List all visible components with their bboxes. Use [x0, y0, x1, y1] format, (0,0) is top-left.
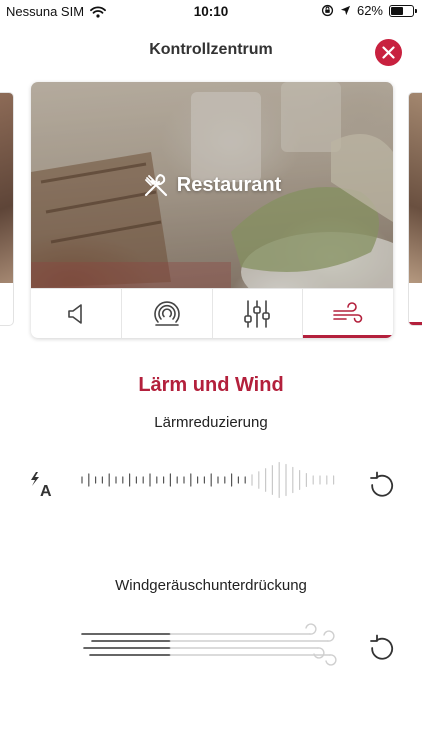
program-tabs	[31, 288, 393, 338]
status-bar: Nessuna SIM 10:10 62%	[0, 0, 422, 24]
auto-adjust-icon[interactable]: A	[28, 470, 56, 500]
orientation-lock-icon	[321, 4, 334, 17]
next-program-card[interactable]	[408, 92, 422, 326]
program-label: Restaurant	[31, 172, 393, 198]
battery-fill	[391, 6, 404, 15]
wind-slider-curl	[305, 623, 317, 635]
program-image: Restaurant	[31, 82, 393, 288]
wind-icon	[333, 301, 363, 323]
reset-icon	[370, 634, 393, 660]
section-title: Lärm und Wind	[138, 374, 284, 396]
wind-noise-slider[interactable]	[80, 620, 340, 670]
wind-reset-button[interactable]	[368, 634, 396, 662]
close-icon	[382, 46, 395, 59]
noise-reset-button[interactable]	[368, 471, 396, 499]
noise-reduction-label: Lärmreduzierung	[154, 414, 268, 431]
tab-volume[interactable]	[31, 289, 122, 338]
battery-percent: 62%	[356, 3, 383, 18]
close-button[interactable]	[375, 39, 402, 66]
fork-knife-icon	[144, 173, 167, 197]
svg-text:A: A	[40, 483, 52, 500]
tab-wind[interactable]	[303, 289, 393, 338]
reset-icon	[370, 471, 393, 497]
wind-noise-label: Windgeräuschunterdrückung	[115, 577, 307, 594]
battery-icon	[389, 4, 417, 17]
program-name: Restaurant	[176, 173, 282, 196]
tab-hearing-loop[interactable]	[122, 289, 213, 338]
previous-program-card[interactable]	[0, 92, 14, 326]
wind-slider-curl	[313, 647, 325, 659]
wind-slider-curl	[325, 654, 337, 666]
status-right: 62%	[321, 3, 417, 18]
noise-reduction-slider[interactable]	[80, 452, 340, 508]
equalizer-sliders-icon	[244, 299, 271, 328]
speaker-volume-icon	[68, 303, 82, 324]
tab-equalizer[interactable]	[213, 289, 304, 338]
page-title: Kontrollzentrum	[149, 41, 273, 58]
location-icon	[340, 5, 351, 16]
program-card: Restaurant	[31, 82, 393, 338]
wind-slider-curl	[323, 630, 335, 642]
hearing-loop-icon	[153, 300, 180, 326]
